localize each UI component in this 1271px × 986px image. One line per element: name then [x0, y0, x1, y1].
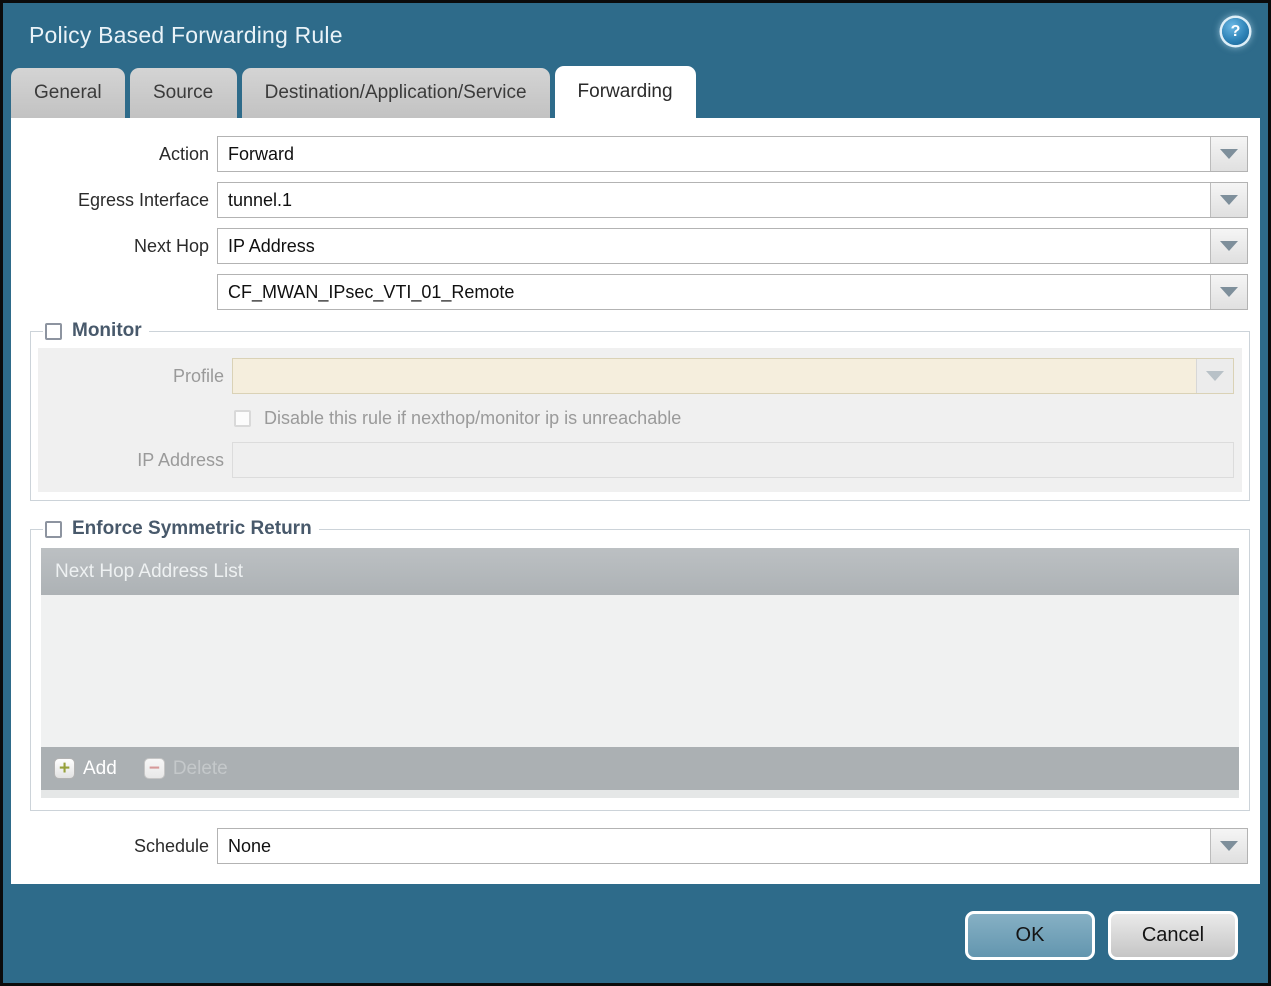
- schedule-dropdown-button[interactable]: [1210, 829, 1247, 863]
- schedule-dropdown[interactable]: None: [217, 828, 1248, 864]
- cancel-button[interactable]: Cancel: [1108, 911, 1238, 960]
- dialog-window: Policy Based Forwarding Rule ? General S…: [0, 0, 1271, 986]
- enforce-symmetric-return-legend: Enforce Symmetric Return: [43, 518, 319, 540]
- next-hop-address-dropdown[interactable]: CF_MWAN_IPsec_VTI_01_Remote: [217, 274, 1248, 310]
- tab-destination-application-service[interactable]: Destination/Application/Service: [241, 68, 550, 118]
- next-hop-address-list-header: Next Hop Address List: [41, 548, 1239, 595]
- schedule-label: Schedule: [133, 835, 209, 856]
- next-hop-address-dropdown-button[interactable]: [1210, 275, 1247, 309]
- egress-interface-value: tunnel.1: [228, 189, 293, 210]
- monitor-checkbox[interactable]: [45, 322, 62, 340]
- monitor-ip-address-row: IP Address: [38, 442, 1234, 478]
- chevron-down-icon: [1220, 149, 1238, 159]
- action-value: Forward: [228, 143, 295, 164]
- egress-interface-label: Egress Interface: [77, 189, 209, 210]
- tab-content-forwarding: Action Forward Egress Interface tunnel.1: [11, 118, 1260, 884]
- add-button-label: Add: [83, 757, 117, 779]
- next-hop-address-list-table: Next Hop Address List + Add − Delete: [41, 548, 1239, 798]
- monitor-legend: Monitor: [43, 320, 149, 342]
- chevron-down-icon: [1220, 241, 1238, 251]
- next-hop-type-dropdown[interactable]: IP Address: [217, 228, 1248, 264]
- tab-general[interactable]: General: [11, 68, 125, 118]
- profile-dropdown-button: [1196, 359, 1233, 393]
- tab-source[interactable]: Source: [129, 68, 237, 118]
- enforce-symmetric-return-group: Enforce Symmetric Return Next Hop Addres…: [30, 518, 1250, 811]
- next-hop-type-dropdown-button[interactable]: [1210, 229, 1247, 263]
- chevron-down-icon: [1206, 371, 1224, 381]
- monitor-ip-address-label: IP Address: [137, 449, 224, 470]
- disable-rule-checkbox: [234, 409, 251, 427]
- minus-icon: −: [143, 758, 165, 779]
- delete-button-label: Delete: [172, 757, 228, 779]
- disable-rule-label: Disable this rule if nexthop/monitor ip …: [264, 407, 682, 428]
- schedule-value: None: [228, 835, 272, 856]
- next-hop-address-list-toolbar: + Add − Delete: [41, 747, 1239, 790]
- title-bar: Policy Based Forwarding Rule ?: [3, 3, 1268, 68]
- delete-button: − Delete: [143, 757, 228, 780]
- chevron-down-icon: [1220, 841, 1238, 851]
- monitor-group: Monitor Profile Disable this rule if nex…: [30, 320, 1250, 501]
- help-icon[interactable]: ?: [1222, 18, 1249, 45]
- egress-interface-dropdown-button[interactable]: [1210, 183, 1247, 217]
- disable-rule-row: Disable this rule if nexthop/monitor ip …: [234, 403, 1242, 433]
- next-hop-label: Next Hop: [133, 235, 209, 256]
- next-hop-address-list-body: [41, 595, 1239, 747]
- dialog-footer: OK Cancel: [3, 884, 1268, 983]
- table-scrollbar-track: [41, 790, 1239, 798]
- profile-dropdown: [232, 358, 1234, 394]
- plus-icon: +: [54, 758, 75, 779]
- ok-button[interactable]: OK: [965, 911, 1095, 960]
- next-hop-row: Next Hop IP Address: [11, 228, 1248, 264]
- profile-label: Profile: [172, 365, 224, 386]
- schedule-row: Schedule None: [11, 828, 1248, 864]
- monitor-ip-address-input: [232, 442, 1234, 478]
- monitor-legend-label: Monitor: [72, 320, 142, 341]
- action-row: Action Forward: [11, 136, 1248, 172]
- enforce-symmetric-return-legend-label: Enforce Symmetric Return: [72, 518, 312, 539]
- action-dropdown[interactable]: Forward: [217, 136, 1248, 172]
- dialog-title: Policy Based Forwarding Rule: [29, 22, 343, 48]
- tab-bar: General Source Destination/Application/S…: [3, 66, 1268, 118]
- profile-row: Profile: [38, 358, 1234, 394]
- egress-interface-row: Egress Interface tunnel.1: [11, 182, 1248, 218]
- profile-value: [233, 359, 1196, 393]
- enforce-symmetric-return-checkbox[interactable]: [45, 520, 62, 538]
- egress-interface-dropdown[interactable]: tunnel.1: [217, 182, 1248, 218]
- chevron-down-icon: [1220, 195, 1238, 205]
- chevron-down-icon: [1220, 287, 1238, 297]
- tab-forwarding[interactable]: Forwarding: [554, 66, 696, 118]
- next-hop-address-row: CF_MWAN_IPsec_VTI_01_Remote: [11, 274, 1248, 310]
- action-dropdown-button[interactable]: [1210, 137, 1247, 171]
- action-label: Action: [158, 143, 209, 164]
- next-hop-address-value: CF_MWAN_IPsec_VTI_01_Remote: [228, 281, 515, 302]
- policy-based-forwarding-dialog: Policy Based Forwarding Rule ? General S…: [3, 3, 1268, 983]
- monitor-panel: Profile Disable this rule if nexthop/mon…: [38, 348, 1242, 492]
- next-hop-type-value: IP Address: [228, 235, 315, 256]
- add-button[interactable]: + Add: [54, 758, 117, 780]
